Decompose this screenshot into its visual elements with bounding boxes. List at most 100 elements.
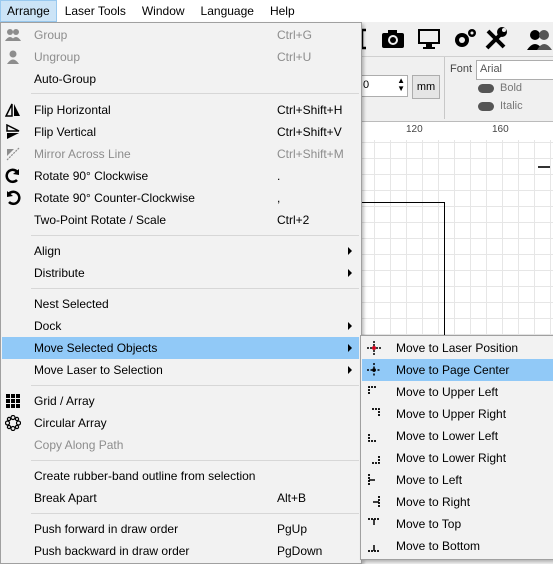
- menu-item-shortcut: .: [277, 169, 281, 183]
- submenu-item-label: Move to Upper Left: [396, 385, 499, 399]
- menu-item-label: Align: [34, 244, 61, 258]
- menu-item-label: Grid / Array: [34, 394, 95, 408]
- menu-item-distribute[interactable]: Distribute: [2, 262, 359, 284]
- flip-vertical-icon: [6, 124, 20, 139]
- submenu-item-move-to-right[interactable]: Move to Right: [362, 491, 553, 513]
- menu-item-flip-vertical[interactable]: Flip Vertical Ctrl+Shift+V: [2, 121, 359, 143]
- menu-item-shortcut: Ctrl+Shift+H: [277, 103, 343, 117]
- submenu-item-move-to-upper-left[interactable]: Move to Upper Left: [362, 381, 553, 403]
- menu-separator: [31, 235, 359, 236]
- menu-item-dock[interactable]: Dock: [2, 315, 359, 337]
- menu-item-rotate-ccw[interactable]: Rotate 90° Counter-Clockwise ,: [2, 187, 359, 209]
- menu-window[interactable]: Window: [134, 0, 193, 22]
- menu-item-shortcut: PgUp: [277, 522, 308, 536]
- menu-item-label: Flip Horizontal: [34, 103, 111, 117]
- submenu-item-label: Move to Bottom: [396, 539, 481, 553]
- number-value: 0: [363, 79, 370, 91]
- submenu-item-label: Move to Upper Right: [396, 407, 507, 421]
- menu-item-mirror-across-line[interactable]: Mirror Across Line Ctrl+Shift+M: [2, 143, 359, 165]
- menu-item-label: Rotate 90° Clockwise: [34, 169, 149, 183]
- ruler-label-160: 160: [492, 124, 509, 135]
- submenu-arrow-icon: [348, 269, 352, 277]
- bold-toggle[interactable]: [478, 84, 494, 93]
- menu-item-two-point-rotate[interactable]: Two-Point Rotate / Scale Ctrl+2: [2, 209, 359, 231]
- menu-item-label: Two-Point Rotate / Scale: [34, 213, 167, 227]
- menu-item-ungroup[interactable]: Ungroup Ctrl+U: [2, 46, 359, 68]
- submenu-item-move-to-lower-right[interactable]: Move to Lower Right: [362, 447, 553, 469]
- italic-toggle[interactable]: [478, 102, 494, 111]
- menu-item-break-apart[interactable]: Break Apart Alt+B: [2, 487, 359, 509]
- number-spinbox[interactable]: 0 ▲ ▼: [360, 75, 408, 97]
- menu-separator: [31, 385, 359, 386]
- properties-panel: 0 ▲ ▼ mm Font Arial Bold Italic: [360, 56, 553, 119]
- bold-label: Bold: [500, 82, 523, 94]
- submenu-item-move-to-lower-left[interactable]: Move to Lower Left: [362, 425, 553, 447]
- unit-button[interactable]: mm: [412, 75, 440, 99]
- menu-item-shortcut: Ctrl+2: [277, 213, 310, 227]
- rotate-clockwise-icon: [5, 168, 20, 184]
- submenu-item-move-to-laser-position[interactable]: Move to Laser Position: [362, 337, 553, 359]
- menu-item-label: Group: [34, 28, 68, 42]
- menu-item-rubber-band-outline[interactable]: Create rubber-band outline from selectio…: [2, 465, 359, 487]
- menu-separator: [31, 460, 359, 461]
- menu-separator: [31, 93, 359, 94]
- menu-item-push-forward[interactable]: Push forward in draw order PgUp: [2, 518, 359, 540]
- move-top-icon: [368, 518, 380, 525]
- submenu-item-move-to-left[interactable]: Move to Left: [362, 469, 553, 491]
- font-select[interactable]: Arial: [476, 60, 553, 80]
- menu-item-grid-array[interactable]: Grid / Array: [2, 390, 359, 412]
- menu-arrange[interactable]: Arrange: [0, 0, 57, 22]
- settings-gear-icon[interactable]: [452, 26, 478, 52]
- flip-horizontal-icon: [5, 103, 20, 117]
- menu-item-move-laser-to-selection[interactable]: Move Laser to Selection: [2, 359, 359, 381]
- move-bottom-icon: [368, 545, 380, 552]
- text-mark: [538, 166, 550, 168]
- submenu-item-move-to-bottom[interactable]: Move to Bottom: [362, 535, 553, 557]
- menu-item-auto-group[interactable]: Auto-Group: [2, 68, 359, 90]
- menu-item-nest-selected[interactable]: Nest Selected: [2, 293, 359, 315]
- submenu-arrow-icon: [348, 247, 352, 255]
- menu-item-flip-horizontal[interactable]: Flip Horizontal Ctrl+Shift+H: [2, 99, 359, 121]
- monitor-icon[interactable]: [416, 26, 442, 52]
- menu-item-circular-array[interactable]: Circular Array: [2, 412, 359, 434]
- menu-language[interactable]: Language: [193, 0, 262, 22]
- submenu-item-move-to-upper-right[interactable]: Move to Upper Right: [362, 403, 553, 425]
- menu-item-group[interactable]: Group Ctrl+G: [2, 24, 359, 46]
- menu-item-label: Push backward in draw order: [34, 544, 190, 558]
- ruler-label-120: 120: [406, 124, 423, 135]
- camera-icon[interactable]: [380, 26, 406, 52]
- menu-help[interactable]: Help: [262, 0, 303, 22]
- upper-right-icon: [372, 408, 380, 416]
- spin-arrows-icon[interactable]: ▲ ▼: [397, 77, 405, 93]
- submenu-item-move-to-top[interactable]: Move to Top: [362, 513, 553, 535]
- menu-item-rotate-cw[interactable]: Rotate 90° Clockwise .: [2, 165, 359, 187]
- font-value: Arial: [480, 63, 503, 75]
- submenu-item-move-to-page-center[interactable]: Move to Page Center: [362, 359, 553, 381]
- menu-item-copy-along-path[interactable]: Copy Along Path: [2, 434, 359, 456]
- menu-item-label: Circular Array: [34, 416, 107, 430]
- submenu-item-label: Move to Left: [396, 473, 463, 487]
- menu-item-push-backward[interactable]: Push backward in draw order PgDown: [2, 540, 359, 562]
- submenu-item-label: Move to Lower Right: [396, 451, 507, 465]
- tools-icon[interactable]: [483, 26, 509, 52]
- submenu-arrow-icon: [348, 366, 352, 374]
- menu-separator: [31, 288, 359, 289]
- rotate-counter-clockwise-icon: [6, 190, 21, 206]
- menu-item-move-selected-objects[interactable]: Move Selected Objects: [2, 337, 359, 359]
- menu-item-label: Ungroup: [34, 50, 81, 64]
- mirror-line-icon: [6, 147, 20, 161]
- menu-item-label: Move Laser to Selection: [34, 363, 163, 377]
- menu-item-align[interactable]: Align: [2, 240, 359, 262]
- menu-item-label: Copy Along Path: [34, 438, 124, 452]
- shape-edge-top: [360, 202, 444, 203]
- move-right-icon: [373, 496, 380, 508]
- users-icon[interactable]: [526, 26, 552, 52]
- menu-item-label: Move Selected Objects: [34, 341, 158, 355]
- menu-item-label: Nest Selected: [34, 297, 109, 311]
- menu-laser-tools[interactable]: Laser Tools: [57, 0, 134, 22]
- menu-item-shortcut: PgDown: [277, 544, 323, 558]
- grid-array-icon: [6, 394, 20, 408]
- italic-label: Italic: [500, 100, 523, 112]
- submenu-item-label: Move to Page Center: [396, 363, 510, 377]
- group-icon: [5, 29, 21, 41]
